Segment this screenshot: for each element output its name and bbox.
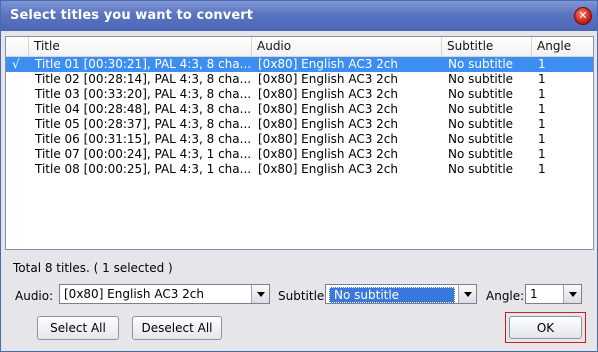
ok-button-focus-frame: OK [505,312,586,343]
table-row[interactable]: √ Title 01 [00:30:21], PAL 4:3, 8 cha... [… [6,57,593,72]
title-bar[interactable]: Select titles you want to convert ✕ [1,1,597,31]
angle-value: 1 [530,287,538,301]
chevron-down-icon[interactable] [458,285,476,303]
title-cell: Title 04 [00:28:48], PAL 4:3, 8 cha... [35,102,250,116]
table-row[interactable]: Title 02 [00:28:14], PAL 4:3, 8 cha... [0… [6,72,593,87]
subtitle-cell: No subtitle [448,162,514,176]
window-title: Select titles you want to convert [10,8,254,23]
title-cell: Title 08 [00:00:25], PAL 4:3, 1 cha... [35,162,250,176]
table-row[interactable]: Title 06 [00:31:15], PAL 4:3, 8 cha... [0… [6,132,593,147]
table-row[interactable]: Title 03 [00:33:20], PAL 4:3, 8 cha... [0… [6,87,593,102]
table-row[interactable]: Title 05 [00:28:37], PAL 4:3, 8 cha... [0… [6,117,593,132]
row-check[interactable] [12,117,28,132]
audio-label: Audio: [15,289,54,303]
header-title[interactable]: Title [29,37,252,56]
audio-value: [0x80] English AC3 2ch [64,287,204,301]
title-cell: Title 06 [00:31:15], PAL 4:3, 8 cha... [35,132,250,146]
select-all-button[interactable]: Select All [37,316,119,340]
row-check[interactable] [12,87,28,102]
subtitle-cell: No subtitle [448,132,514,146]
angle-dropdown[interactable]: 1 [525,284,582,304]
row-check[interactable] [12,102,28,117]
angle-cell: 1 [538,87,546,101]
subtitle-label: Subtitle: [278,289,329,303]
title-cell: Title 05 [00:28:37], PAL 4:3, 8 cha... [35,117,250,131]
titles-list[interactable]: Title Audio Subtitle Angle √ Title 01 [00… [5,36,594,250]
subtitle-cell: No subtitle [448,102,514,116]
subtitle-cell: No subtitle [448,117,514,131]
angle-cell: 1 [538,132,546,146]
table-row[interactable]: Title 08 [00:00:25], PAL 4:3, 1 cha... [0… [6,162,593,177]
audio-cell: [0x80] English AC3 2ch [258,102,398,116]
close-icon: ✕ [578,9,588,22]
header-angle[interactable]: Angle [532,37,593,56]
header-check[interactable] [6,37,29,56]
subtitle-cell: No subtitle [448,87,514,101]
row-check[interactable] [12,162,28,177]
row-check[interactable]: √ [12,57,28,72]
angle-cell: 1 [538,102,546,116]
convert-dialog: Select titles you want to convert ✕ Titl… [0,0,598,352]
audio-cell: [0x80] English AC3 2ch [258,72,398,86]
title-cell: Title 03 [00:33:20], PAL 4:3, 8 cha... [35,87,250,101]
close-button[interactable]: ✕ [574,7,592,25]
angle-cell: 1 [538,117,546,131]
angle-cell: 1 [538,147,546,161]
header-audio[interactable]: Audio [252,37,442,56]
subtitle-dropdown[interactable]: No subtitle [325,284,477,304]
ok-button[interactable]: OK [509,316,582,339]
subtitle-value: No subtitle [329,287,455,303]
audio-dropdown[interactable]: [0x80] English AC3 2ch [59,284,270,304]
angle-cell: 1 [538,162,546,176]
title-cell: Title 01 [00:30:21], PAL 4:3, 8 cha... [35,57,250,71]
selection-status: Total 8 titles. ( 1 selected ) [13,261,173,275]
chevron-down-icon[interactable] [251,285,269,303]
angle-cell: 1 [538,57,546,71]
row-check[interactable] [12,147,28,162]
audio-cell: [0x80] English AC3 2ch [258,57,398,71]
header-subtitle[interactable]: Subtitle [442,37,532,56]
audio-cell: [0x80] English AC3 2ch [258,132,398,146]
title-cell: Title 07 [00:00:24], PAL 4:3, 1 cha... [35,147,250,161]
title-cell: Title 02 [00:28:14], PAL 4:3, 8 cha... [35,72,250,86]
angle-label: Angle: [486,289,525,303]
chevron-down-icon[interactable] [563,285,581,303]
row-check[interactable] [12,132,28,147]
audio-cell: [0x80] English AC3 2ch [258,87,398,101]
subtitle-cell: No subtitle [448,57,514,71]
audio-cell: [0x80] English AC3 2ch [258,162,398,176]
table-row[interactable]: Title 07 [00:00:24], PAL 4:3, 1 cha... [0… [6,147,593,162]
subtitle-cell: No subtitle [448,72,514,86]
audio-cell: [0x80] English AC3 2ch [258,117,398,131]
table-row[interactable]: Title 04 [00:28:48], PAL 4:3, 8 cha... [0… [6,102,593,117]
deselect-all-button[interactable]: Deselect All [132,316,222,340]
subtitle-cell: No subtitle [448,147,514,161]
angle-cell: 1 [538,72,546,86]
row-check[interactable] [12,72,28,87]
audio-cell: [0x80] English AC3 2ch [258,147,398,161]
list-header: Title Audio Subtitle Angle [6,37,593,57]
